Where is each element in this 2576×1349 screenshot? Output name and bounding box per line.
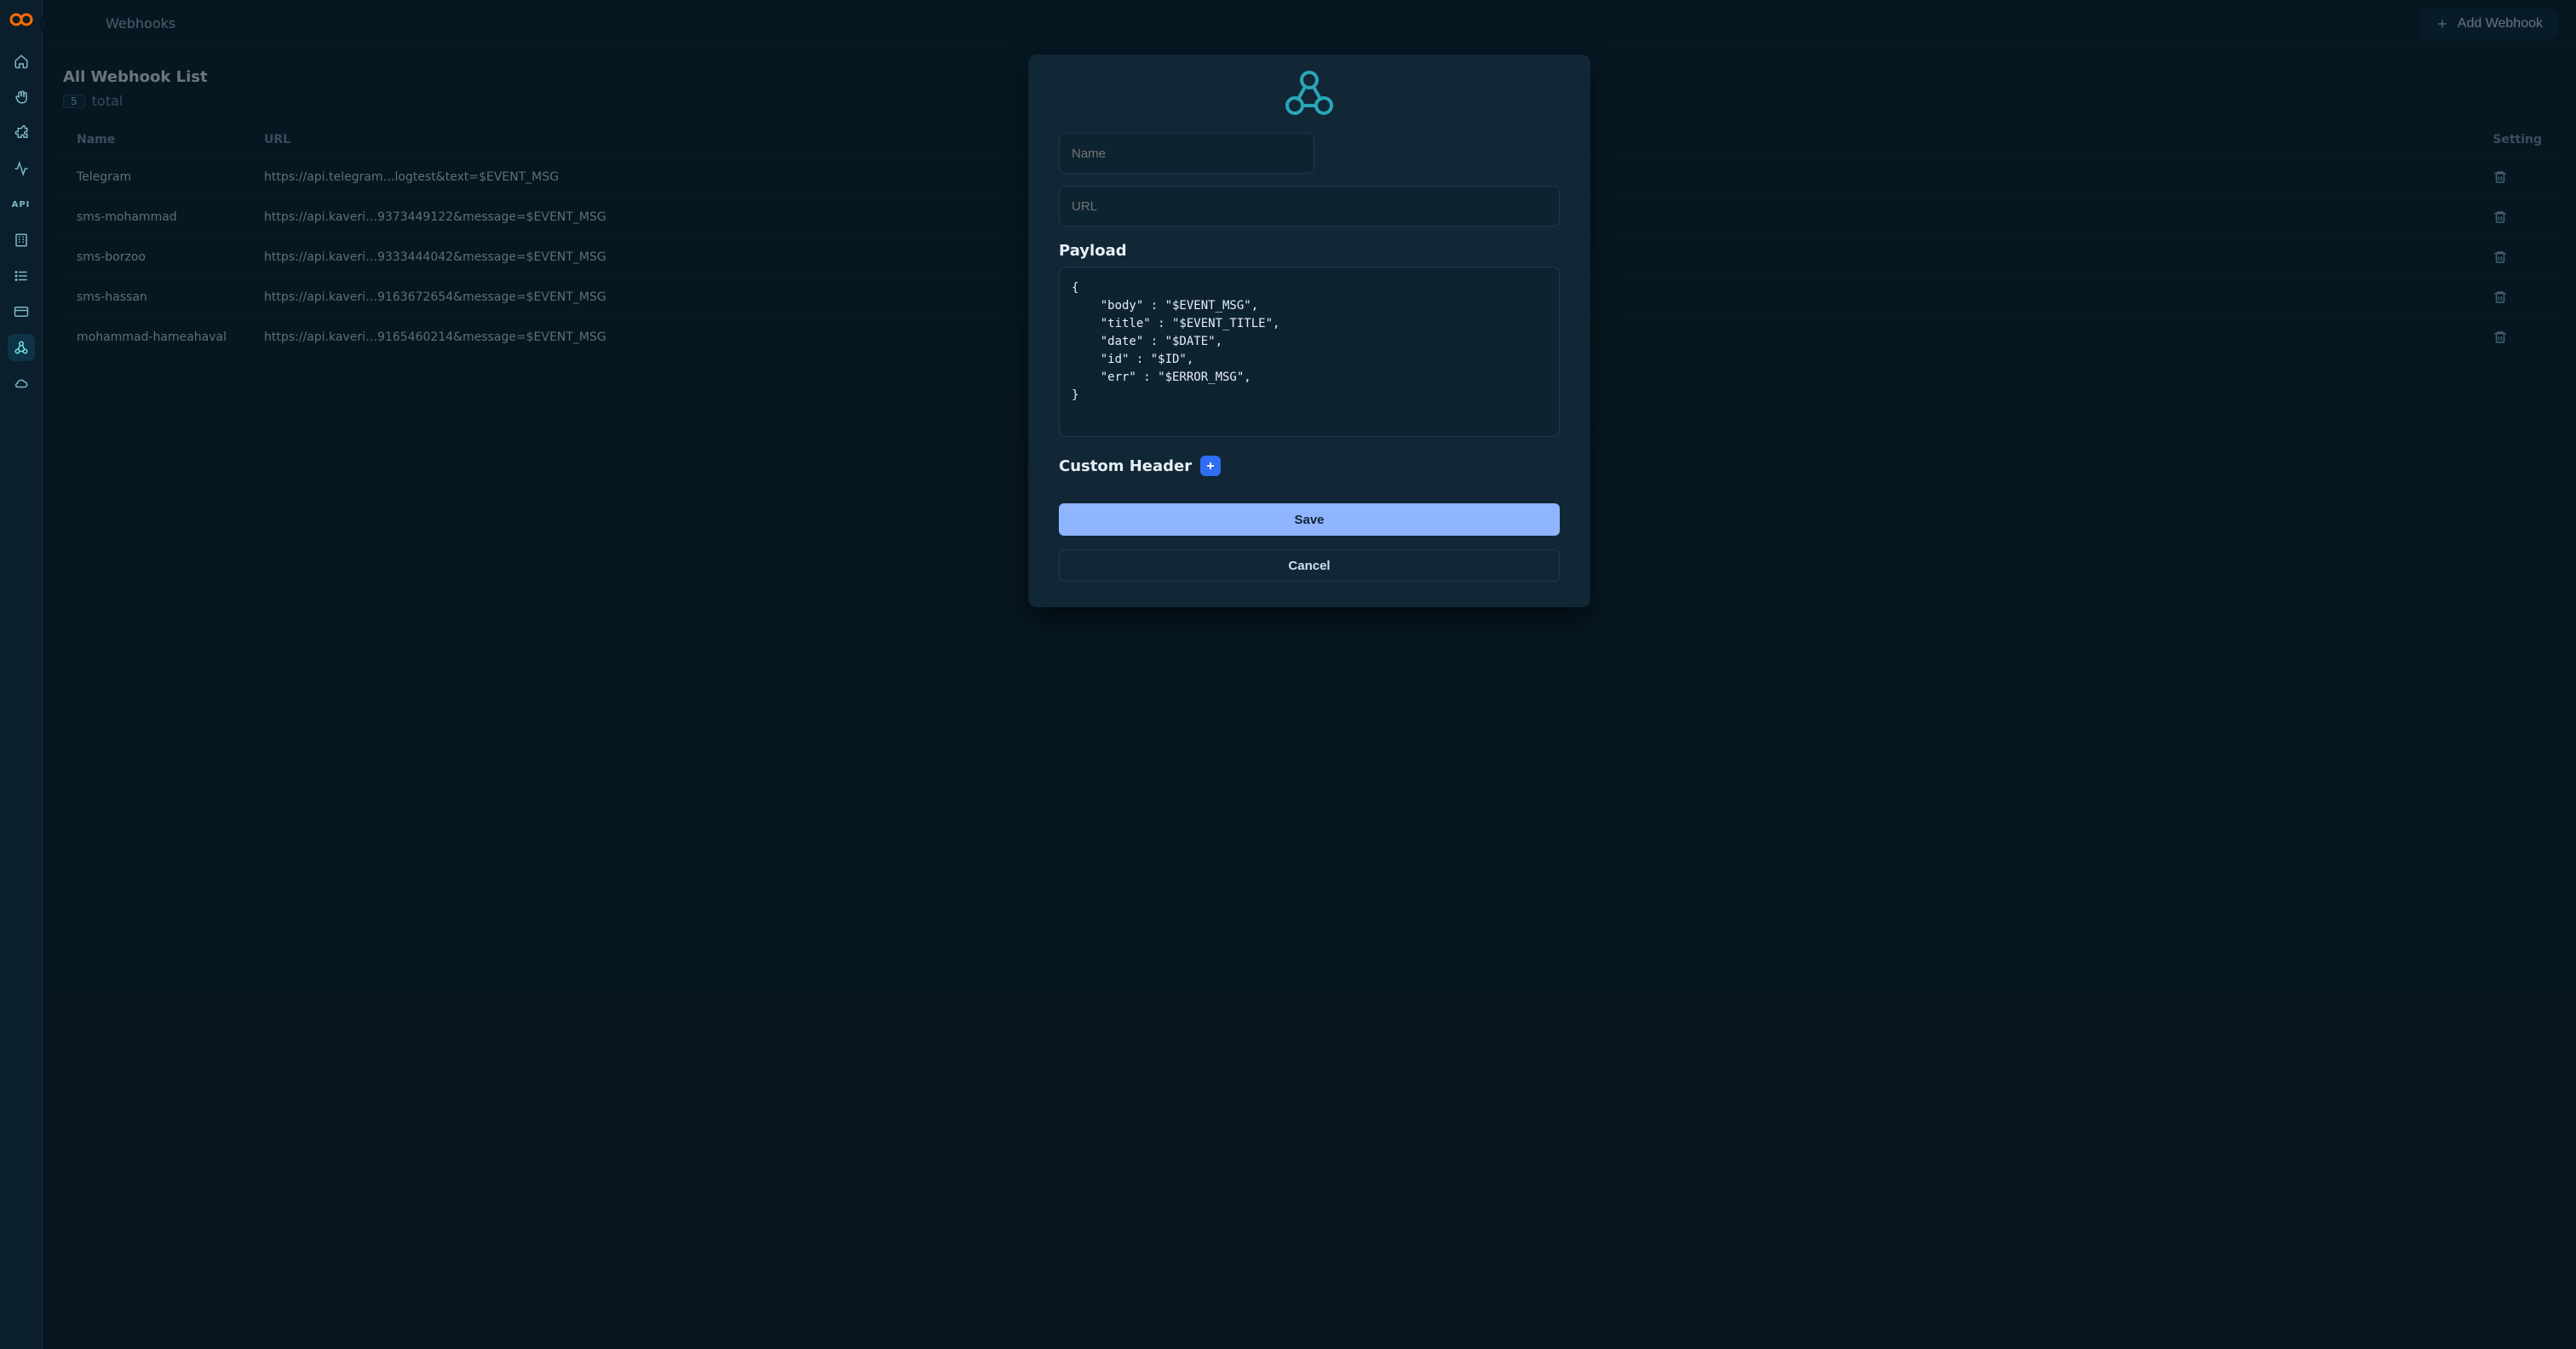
- nav-lists[interactable]: [8, 262, 35, 290]
- api-label: API: [12, 200, 31, 210]
- activity-icon: [14, 161, 29, 176]
- nav-gesture[interactable]: [8, 83, 35, 111]
- plus-icon: [1205, 460, 1216, 472]
- home-icon: [14, 54, 29, 69]
- nav-activity[interactable]: [8, 155, 35, 182]
- list-icon: [14, 268, 29, 284]
- nav-organization[interactable]: [8, 227, 35, 254]
- payload-label: Payload: [1059, 242, 1560, 260]
- brand-logo: [9, 5, 34, 31]
- name-input[interactable]: [1059, 133, 1314, 174]
- sidebar-nav: API: [8, 48, 35, 397]
- building-icon: [14, 232, 29, 248]
- card-icon: [14, 304, 29, 319]
- url-input[interactable]: [1059, 186, 1560, 227]
- nav-home[interactable]: [8, 48, 35, 75]
- nav-plugins[interactable]: [8, 119, 35, 146]
- webhook-hero-icon: [1281, 66, 1337, 118]
- save-button[interactable]: Save: [1059, 503, 1560, 536]
- webhook-icon: [14, 340, 29, 355]
- cloud-icon: [14, 376, 29, 391]
- add-header-button[interactable]: [1200, 456, 1221, 476]
- hand-icon: [14, 89, 29, 105]
- puzzle-icon: [14, 125, 29, 141]
- cancel-button[interactable]: Cancel: [1059, 549, 1560, 582]
- dialog-hero: [1059, 66, 1560, 118]
- nav-api[interactable]: API: [8, 191, 35, 218]
- sidebar: API: [0, 0, 43, 1349]
- nav-cloud-sync[interactable]: [8, 370, 35, 397]
- nav-billing[interactable]: [8, 298, 35, 325]
- nav-webhooks[interactable]: [8, 334, 35, 361]
- add-webhook-dialog: Payload Custom Header Save Cancel: [1028, 55, 1590, 607]
- modal-overlay[interactable]: Payload Custom Header Save Cancel: [43, 0, 2576, 1349]
- payload-textarea[interactable]: [1059, 267, 1560, 437]
- custom-header-label: Custom Header: [1059, 457, 1192, 475]
